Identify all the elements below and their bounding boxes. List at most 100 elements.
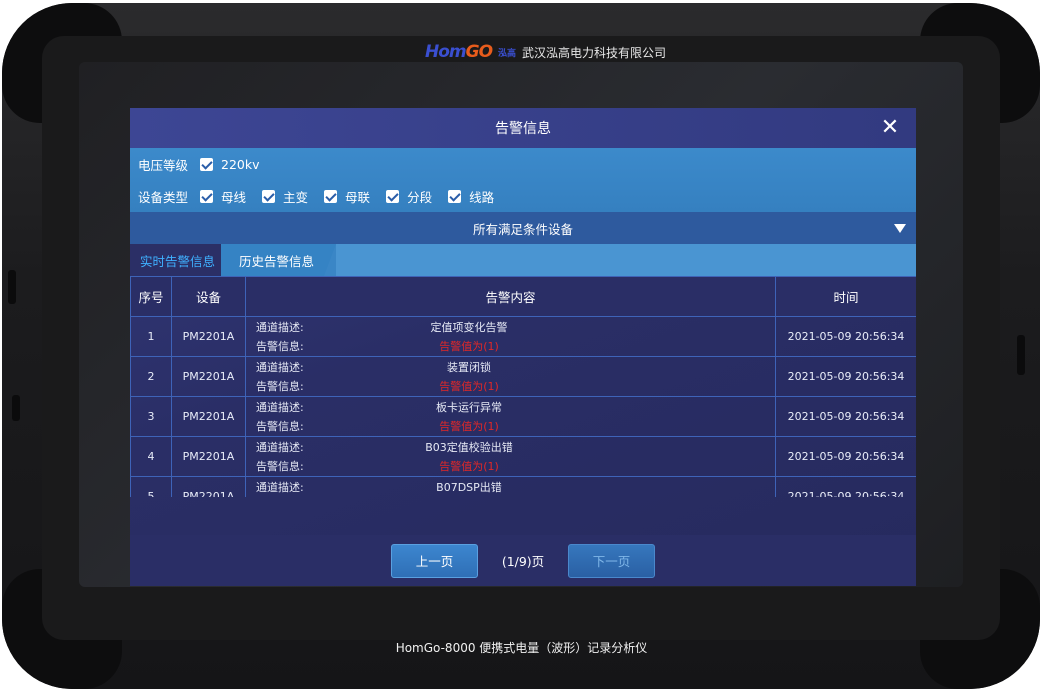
- checkbox-checked-icon[interactable]: [324, 189, 338, 203]
- side-button: [1017, 335, 1025, 375]
- cell-index: 1: [130, 316, 172, 357]
- cell-content: 通道描述: B07DSP出错告警信息:告警值为(1): [245, 476, 776, 498]
- checkbox-label: 线路: [469, 189, 495, 205]
- prev-page-button[interactable]: 上一页: [391, 543, 478, 578]
- cell-device: PM2201A: [171, 396, 246, 437]
- content-info-line: 告警信息: 告警值为(1): [246, 417, 775, 436]
- content-desc-line: 通道描述: 板卡运行异常: [246, 398, 775, 417]
- dialog-title: 告警信息: [495, 121, 551, 137]
- cell-index: 5: [130, 476, 172, 497]
- voltage-label: 电压等级: [138, 157, 189, 173]
- alarm-table: 序号 设备 告警内容 时间 1 PM2201A 通道描述: 定值项变化告警 告警信息: 告…: [130, 276, 916, 497]
- content-info-line: 告警信息: 告警值为(1): [246, 337, 775, 356]
- content-info-line: 告警信息:告警值为(1): [246, 497, 775, 498]
- content-desc-key: 通道描述:: [256, 481, 304, 494]
- header-content: 告警内容: [245, 276, 776, 317]
- content-desc-line: 通道描述: B03定值校验出错: [246, 438, 775, 457]
- alarm-tabs: 实时告警信息 历史告警信息: [130, 244, 916, 276]
- tab-history-alarms[interactable]: 历史告警信息: [221, 244, 337, 276]
- device-type-label: 设备类型: [138, 189, 189, 205]
- page-indicator: (1/9)页: [501, 554, 545, 569]
- table-row[interactable]: 3 PM2201A 通道描述: 板卡运行异常告警信息: 告警值为(1) 2021-05-0…: [130, 396, 916, 437]
- cell-device: PM2201A: [171, 356, 246, 397]
- content-desc-key: 通道描述:: [256, 321, 304, 334]
- content-desc-line: 通道描述: 装置闭锁: [246, 358, 775, 377]
- header-device: 设备: [171, 276, 246, 317]
- content-desc-key: 通道描述:: [256, 361, 304, 374]
- checkbox-checked-icon[interactable]: [448, 189, 462, 203]
- dialog-title-bar: 告警信息 ✕: [130, 108, 916, 148]
- cell-time: 2021-05-09 20:56:34: [775, 356, 916, 397]
- table-row[interactable]: 1 PM2201A 通道描述: 定值项变化告警 告警信息: 告警值为(1) 2021-05-…: [130, 316, 916, 357]
- brand-header: HomGO 泓高 武汉泓高电力科技有限公司: [425, 42, 666, 62]
- content-info-key: 告警信息:: [256, 340, 304, 353]
- checkbox-main-transformer[interactable]: 主变: [262, 187, 308, 206]
- header-time: 时间: [775, 276, 916, 317]
- content-info-line: 告警信息: 告警值为(1): [246, 457, 775, 476]
- pagination: 上一页 (1/9)页 下一页: [130, 535, 916, 586]
- cell-index: 2: [130, 356, 172, 397]
- content-desc-key: 通道描述:: [256, 441, 304, 454]
- content-desc-value: 装置闭锁: [447, 361, 491, 374]
- alarm-table-container[interactable]: 序号 设备 告警内容 时间 1 PM2201A 通道描述: 定值项变化告警 告警信息: 告…: [130, 276, 916, 497]
- table-row[interactable]: 4 PM2201A 通道描述: B03定值校验出错 告警信息: 告警值为(1) 2021-0…: [130, 436, 916, 477]
- close-icon[interactable]: ✕: [878, 116, 902, 140]
- alarm-dialog: 告警信息 ✕ 电压等级 220kv 设备类型 母线 主变 母联 分段 线路 所有…: [130, 108, 916, 586]
- cell-time: 2021-05-09 20:56:34: [775, 396, 916, 437]
- checkbox-label: 220kv: [221, 156, 260, 172]
- cell-content: 通道描述: 装置闭锁告警信息: 告警值为(1): [245, 356, 776, 397]
- checkbox-checked-icon[interactable]: [200, 189, 214, 203]
- content-info-value: 告警值为(1): [439, 380, 499, 393]
- checkbox-checked-icon[interactable]: [262, 189, 276, 203]
- tab-bar-filler: [336, 244, 916, 276]
- content-desc-line: 通道描述: 定值项变化告警: [246, 318, 775, 337]
- cell-content: 通道描述: 板卡运行异常告警信息: 告警值为(1): [245, 396, 776, 437]
- voltage-filter-row: 电压等级 220kv: [130, 148, 916, 180]
- checkbox-checked-icon[interactable]: [200, 157, 214, 171]
- content-info-key: 告警信息:: [256, 420, 304, 433]
- side-button: [8, 270, 16, 304]
- content-desc-key: 通道描述:: [256, 401, 304, 414]
- cell-content: 通道描述: B03定值校验出错告警信息: 告警值为(1): [245, 436, 776, 477]
- next-page-button[interactable]: 下一页: [568, 543, 655, 578]
- cell-index: 3: [130, 396, 172, 437]
- checkbox-line[interactable]: 线路: [448, 187, 494, 206]
- brand-logo-small: 泓高: [498, 48, 517, 59]
- checkbox-bus-coupler[interactable]: 母联: [324, 187, 370, 206]
- device-model-label: HomGo-8000 便携式电量（波形）记录分析仪: [395, 641, 648, 655]
- checkbox-220kv[interactable]: 220kv: [200, 157, 260, 172]
- filter-panel: 电压等级 220kv 设备类型 母线 主变 母联 分段 线路: [130, 148, 916, 212]
- content-info-value: 告警值为(1): [439, 460, 499, 473]
- screen: 告警信息 ✕ 电压等级 220kv 设备类型 母线 主变 母联 分段 线路 所有…: [79, 62, 963, 587]
- alarm-table-body: 1 PM2201A 通道描述: 定值项变化告警 告警信息: 告警值为(1) 2021-05-…: [130, 316, 916, 498]
- table-header-row: 序号 设备 告警内容 时间: [130, 276, 916, 317]
- dropdown-arrow-icon[interactable]: [894, 224, 906, 233]
- table-row[interactable]: 5PM2201A 通道描述: B07DSP出错告警信息:告警值为(1)2021-05…: [130, 476, 916, 498]
- cell-device: PM2201A: [171, 316, 246, 357]
- content-desc-value: 板卡运行异常: [436, 401, 502, 414]
- content-info-value: 告警值为(1): [439, 340, 499, 353]
- checkbox-busbar[interactable]: 母线: [200, 187, 246, 206]
- checkbox-checked-icon[interactable]: [386, 189, 400, 203]
- cell-time: 2021-05-09 20:56:34: [775, 436, 916, 477]
- device-select-dropdown[interactable]: 所有满足条件设备: [130, 212, 916, 244]
- content-info-key: 告警信息:: [256, 380, 304, 393]
- checkbox-label: 主变: [283, 189, 309, 205]
- checkbox-label: 母联: [345, 189, 371, 205]
- brand-logo: HomGO: [425, 42, 493, 62]
- company-name: 武汉泓高电力科技有限公司: [522, 45, 667, 60]
- content-desc-value: B07DSP出错: [436, 481, 502, 494]
- checkbox-section[interactable]: 分段: [386, 187, 432, 206]
- content-info-line: 告警信息: 告警值为(1): [246, 377, 775, 396]
- cell-device: PM2201A: [171, 476, 246, 497]
- checkbox-label: 母线: [221, 189, 247, 205]
- content-info-value: 告警值为(1): [439, 420, 499, 433]
- table-row[interactable]: 2 PM2201A 通道描述: 装置闭锁告警信息: 告警值为(1) 2021-05-09 …: [130, 356, 916, 397]
- cell-content: 通道描述: 定值项变化告警告警信息: 告警值为(1): [245, 316, 776, 357]
- cell-time: 2021-05-09 20:56:34: [775, 476, 916, 497]
- content-info-key: 告警信息:: [256, 460, 304, 473]
- device-select-value: 所有满足条件设备: [472, 221, 573, 237]
- cell-index: 4: [130, 436, 172, 477]
- content-desc-value: B03定值校验出错: [425, 441, 513, 454]
- tab-realtime-alarms[interactable]: 实时告警信息: [130, 244, 234, 276]
